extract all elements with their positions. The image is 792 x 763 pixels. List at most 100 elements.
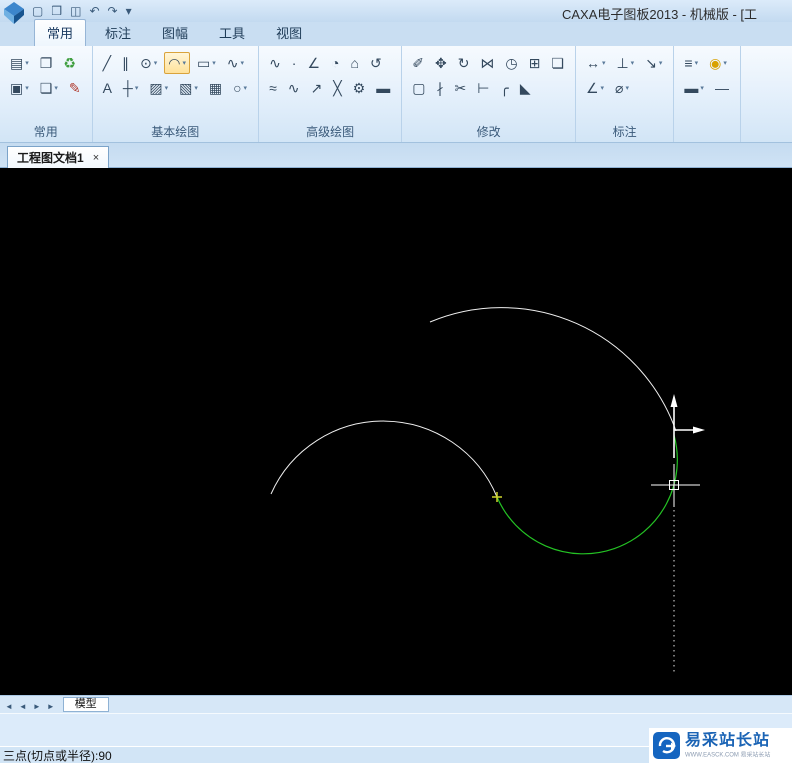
dropdown-caret-icon[interactable]: ▾	[625, 84, 629, 92]
next-sheet-button[interactable]: ►	[30, 702, 44, 711]
paste-tool[interactable]: ▤ ▾	[6, 52, 33, 74]
dropdown-caret-icon[interactable]: ▾	[240, 59, 244, 67]
ruler-tool[interactable]: ▬	[372, 77, 394, 99]
dropdown-caret-icon[interactable]: ▾	[695, 59, 699, 67]
arrow-tool[interactable]: ↗	[306, 77, 326, 99]
trim-tool[interactable]: ✂	[450, 77, 470, 99]
dropdown-caret-icon[interactable]: ▾	[601, 84, 605, 92]
format-brush-tool[interactable]: ✎	[65, 77, 85, 99]
ribbon-group-2: ∿ · ∠ ◔ ⌂ ↺ ≈ ∿ ↗ ╳ ⚙ ▬ 高级绘图	[259, 46, 403, 142]
delete-tool[interactable]: ✐	[408, 52, 428, 74]
chamfer-tool[interactable]: ◣	[516, 77, 535, 99]
tolerance-tool[interactable]: ⌀ ▾	[611, 77, 633, 99]
ellipse-tool[interactable]: ○ ▾	[229, 77, 251, 99]
dropdown-caret-icon[interactable]: ▾	[659, 59, 663, 67]
line-tool[interactable]: ╱	[99, 52, 115, 74]
ribbon-tab-annotate[interactable]: 标注	[93, 20, 143, 46]
last-sheet-button[interactable]: ►	[44, 702, 58, 711]
lineweight-tool[interactable]: ▬ ▾	[680, 77, 708, 99]
select-box-tool-icon: ▢	[412, 79, 426, 96]
ribbon-tab-common[interactable]: 常用	[34, 19, 87, 46]
dropdown-caret-icon[interactable]: ▾	[700, 84, 704, 92]
parallel-line-tool[interactable]: ∥	[118, 52, 133, 74]
dropdown-caret-icon[interactable]: ▾	[602, 59, 606, 67]
linetype-tool[interactable]: ≡ ▾	[680, 52, 702, 74]
dropdown-caret-icon[interactable]: ▾	[631, 59, 635, 67]
gear-tool[interactable]: ⚙	[349, 77, 370, 99]
dropdown-caret-icon[interactable]: ▾	[25, 84, 29, 92]
select-box-tool[interactable]: ▢	[408, 77, 429, 99]
circle-tool[interactable]: ⊙ ▾	[136, 52, 161, 74]
spline-tool[interactable]: ∿ ▾	[223, 52, 248, 74]
undo-icon[interactable]: ↶	[89, 3, 99, 19]
ribbon-tab-sheet[interactable]: 图幅	[150, 20, 200, 46]
new-file-icon[interactable]: ▢	[32, 3, 43, 19]
open-folder-icon[interactable]: ❒	[51, 3, 62, 19]
dropdown-caret-icon[interactable]: ▾	[54, 84, 58, 92]
document-tab[interactable]: 工程图文档1 ×	[7, 146, 110, 168]
text-tool[interactable]: A	[99, 77, 116, 99]
arc-tool[interactable]: ◠ ▾	[164, 51, 190, 74]
coordinate-dim-tool[interactable]: ⊥ ▾	[612, 52, 638, 74]
ribbon-tabs: 常用 标注 图幅 工具 视图	[34, 19, 792, 46]
fillet-tool[interactable]: ╭	[496, 77, 512, 99]
copy-tool[interactable]: ❐	[36, 52, 57, 74]
line-tool-icon: ╱	[102, 54, 111, 71]
ribbon-tab-view[interactable]: 视图	[264, 20, 314, 46]
dropdown-caret-icon[interactable]: ▾	[723, 59, 727, 67]
dropdown-caret-icon[interactable]: ▾	[165, 84, 169, 92]
save-icon[interactable]: ◫	[70, 3, 81, 19]
dropdown-caret-icon[interactable]: ▾	[194, 84, 198, 92]
block-tool[interactable]: ▣ ▾	[6, 77, 33, 99]
offset-copy-tool[interactable]: ❏	[547, 52, 568, 74]
angle-dim-tool[interactable]: ∠ ▾	[582, 77, 608, 99]
ribbon-tab-tools[interactable]: 工具	[207, 20, 257, 46]
grid-block-tool[interactable]: ▦	[205, 77, 226, 99]
extend-tool[interactable]: ⊢	[473, 77, 493, 99]
insert-tool[interactable]: ❏ ▾	[36, 77, 62, 99]
polyline-tool[interactable]: ∿	[265, 52, 285, 74]
leader-tool[interactable]: ↘ ▾	[641, 52, 666, 74]
centerline-tool[interactable]: ┼ ▾	[119, 77, 142, 99]
angle-line-tool[interactable]: ∠	[303, 52, 324, 74]
model-tab[interactable]: 模型	[62, 697, 109, 712]
dropdown-caret-icon[interactable]: ▾	[212, 59, 216, 67]
section-tool[interactable]: ▧ ▾	[175, 77, 202, 99]
break-tool[interactable]: ∤	[432, 77, 447, 99]
ribbon-group-label: 常用	[33, 125, 58, 139]
wave-line-tool[interactable]: ≈	[265, 77, 281, 99]
rotate-tool[interactable]: ↻	[454, 52, 474, 74]
mirror-tool-icon: ⋈	[480, 54, 495, 71]
double-wave-tool[interactable]: ∿	[284, 77, 304, 99]
layer-tool[interactable]: ◉ ▾	[705, 52, 731, 74]
dimension-tool[interactable]: ↔ ▾	[582, 52, 610, 74]
dropdown-caret-icon[interactable]: ▾	[244, 84, 248, 92]
array-tool[interactable]: ⊞	[525, 52, 545, 74]
customize-quick-access-icon[interactable]: ▾	[126, 3, 132, 19]
update-green-tool[interactable]: ♻	[59, 52, 80, 74]
point-tool[interactable]: ·	[288, 52, 301, 74]
close-tab-icon[interactable]: ×	[93, 152, 99, 164]
partial-view-tool[interactable]: ◔	[327, 52, 343, 74]
color-tool-icon: —	[714, 79, 729, 96]
cross-hatch-tool[interactable]: ╳	[329, 77, 345, 99]
dropdown-caret-icon[interactable]: ▾	[154, 59, 158, 67]
drawing-canvas[interactable]	[0, 168, 792, 695]
polygon-tool[interactable]: ⌂	[347, 52, 363, 74]
dropdown-caret-icon[interactable]: ▾	[135, 84, 139, 92]
revolve-tool[interactable]: ↺	[366, 52, 386, 74]
first-sheet-button[interactable]: ◄	[2, 702, 16, 711]
hatch-tool[interactable]: ▨ ▾	[145, 77, 172, 99]
prev-sheet-button[interactable]: ◄	[16, 702, 30, 711]
scale-tool[interactable]: ◷	[501, 52, 521, 74]
block-tool-icon: ▣	[10, 79, 24, 96]
redo-icon[interactable]: ↷	[108, 3, 118, 19]
dropdown-caret-icon[interactable]: ▾	[182, 59, 186, 67]
dropdown-caret-icon[interactable]: ▾	[25, 59, 29, 67]
mirror-tool[interactable]: ⋈	[476, 52, 498, 74]
spline-tool-icon: ∿	[226, 54, 239, 71]
app-menu-logo-icon[interactable]	[3, 1, 25, 26]
move-tool[interactable]: ✥	[431, 52, 451, 74]
rectangle-tool[interactable]: ▭ ▾	[193, 52, 220, 74]
color-tool[interactable]: —	[711, 77, 733, 99]
